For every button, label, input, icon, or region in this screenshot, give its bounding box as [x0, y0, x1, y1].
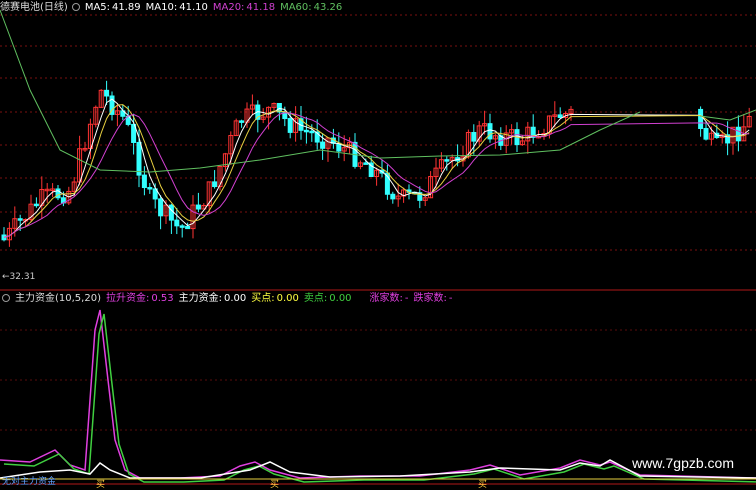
- stock-title: 德赛电池(日线): [0, 2, 68, 13]
- buy-mark-3: 买: [478, 480, 488, 490]
- lift-label: 拉升资金:: [105, 293, 150, 304]
- candle-body: [147, 187, 153, 190]
- lift-value: 0.53: [151, 293, 174, 304]
- candle-body: [185, 225, 191, 230]
- ma60-line: [0, 9, 641, 173]
- low-price-marker: ←32.31: [2, 272, 36, 282]
- buy-mark-2: 买: [270, 480, 280, 490]
- ma5-value: 41.89: [112, 2, 141, 13]
- candle-body: [104, 89, 110, 97]
- candle-body: [471, 131, 477, 142]
- ma20-value: 41.18: [246, 2, 276, 13]
- candle-body: [309, 130, 315, 134]
- candle-body: [390, 193, 396, 200]
- indicator-title: 主力资金(10,5,20): [15, 293, 101, 304]
- candle-body: [239, 120, 245, 123]
- candle-body: [195, 204, 201, 210]
- main-fund-label: 主力资金:: [178, 293, 222, 304]
- candle-body: [17, 218, 23, 221]
- candle-body: [287, 118, 293, 133]
- candle-body: [158, 198, 164, 217]
- fall-count-label: 跌家数:: [413, 293, 447, 304]
- candle-body: [363, 162, 369, 165]
- main-fund-value: 0.00: [224, 293, 247, 304]
- rise-count-value: -: [404, 293, 409, 304]
- fall-count-value: -: [448, 293, 453, 304]
- rise-count-label: 涨家数:: [369, 293, 403, 304]
- buy-mark-1: 买: [96, 480, 106, 490]
- candle-body: [444, 159, 450, 162]
- candle-body: [735, 126, 741, 142]
- candle-body: [320, 141, 326, 149]
- price-chart-canvas[interactable]: [0, 0, 756, 487]
- ma60-label: MA60:: [280, 2, 312, 13]
- candle-body: [303, 129, 309, 133]
- ma5-label: MA5:: [84, 2, 111, 13]
- settings-circle-icon[interactable]: [71, 3, 80, 11]
- sell-point-label: 卖点:: [303, 293, 328, 304]
- candle-body: [487, 123, 493, 140]
- candle-body: [141, 174, 147, 189]
- candle-body: [557, 114, 563, 118]
- sell-point-value: 0.00: [329, 293, 352, 304]
- candle-body: [33, 203, 39, 207]
- candle-body: [174, 219, 180, 227]
- indicator-circle-icon[interactable]: [2, 294, 10, 302]
- ma5-line: [3, 98, 750, 238]
- stock-chart-window: 德赛电池(日线) MA5: 41.89 MA10: 41.10 MA20: 41.18 MA6…: [0, 0, 756, 490]
- buy-point-label: 买点:: [251, 293, 275, 304]
- bottom-left-label: 无对主力资金: [2, 477, 57, 487]
- ma20-label: MA20:: [212, 2, 245, 13]
- indicator-panel-header: 主力资金(10,5,20) 拉升资金: 0.53 主力资金: 0.00 买点: 0.00 卖点…: [0, 292, 458, 306]
- candle-body: [179, 225, 185, 228]
- ma10-label: MA10:: [145, 2, 178, 13]
- candle-body: [212, 181, 218, 188]
- ma60-value: 43.26: [313, 2, 343, 13]
- candle-body: [136, 141, 142, 176]
- candle-body: [703, 127, 709, 140]
- buy-point-value: 0.00: [276, 293, 299, 304]
- candle-body: [168, 204, 174, 221]
- candle-body: [698, 108, 704, 129]
- ma10-value: 41.10: [179, 2, 208, 13]
- site-watermark: www.7gpzb.com: [632, 455, 734, 471]
- main-panel-header: 德赛电池(日线) MA5: 41.89 MA10: 41.10 MA20: 41.18 MA6…: [0, 1, 347, 15]
